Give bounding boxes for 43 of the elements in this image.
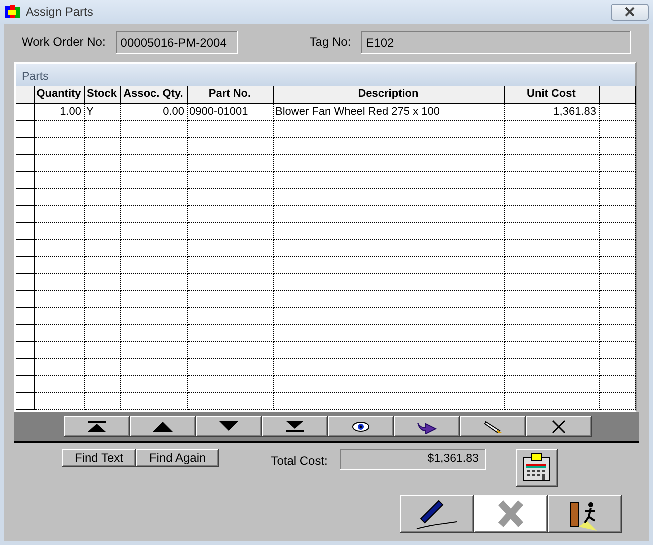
table-cell: 0900-01001 — [187, 103, 273, 121]
eye-icon — [350, 420, 372, 434]
up-arrow-button[interactable] — [130, 416, 196, 437]
column-header[interactable]: Unit Cost — [504, 86, 599, 104]
exit-button[interactable] — [548, 495, 622, 533]
find-button[interactable]: Find Again — [136, 449, 220, 467]
up-arrow-icon — [152, 420, 174, 434]
column-header[interactable]: Assoc. Qty. — [120, 86, 187, 104]
down-arrow-icon — [218, 420, 240, 434]
field-label: Work Order No: — [22, 34, 106, 51]
app-icon — [4, 4, 22, 20]
calculator-icon — [522, 453, 552, 483]
column-header[interactable]: Quantity — [34, 86, 84, 104]
pencil-icon — [482, 420, 504, 434]
total-label: Total Cost: — [271, 453, 328, 470]
close-icon — [624, 7, 636, 17]
down-arrow-button[interactable] — [196, 416, 262, 437]
find-button[interactable]: Find Text — [62, 449, 136, 467]
table-cell: Blower Fan Wheel Red 275 x 100 — [273, 103, 504, 121]
first-record-button[interactable] — [64, 416, 130, 437]
eye-button[interactable] — [328, 416, 394, 437]
table-cell: Y — [84, 103, 120, 121]
window-title: Assign Parts — [26, 4, 94, 21]
last-record-button[interactable] — [262, 416, 328, 437]
column-header[interactable]: Stock — [84, 86, 120, 104]
column-header[interactable]: Description — [273, 86, 504, 104]
pencil-button[interactable] — [460, 416, 526, 437]
table-cell: 1,361.83 — [504, 103, 599, 121]
first-record-icon — [86, 420, 108, 434]
panel-title: Parts — [16, 64, 635, 86]
close-button[interactable] — [611, 4, 649, 20]
total-field: $1,361.83 — [340, 449, 486, 470]
table-cell: 1.00 — [34, 103, 84, 121]
column-header[interactable]: Part No. — [187, 86, 273, 104]
table-cell: 0.00 — [120, 103, 187, 121]
delete-button[interactable] — [526, 416, 592, 437]
calendar-button[interactable] — [516, 449, 558, 487]
input-field[interactable]: E102 — [361, 30, 631, 54]
input-field[interactable]: 00005016-PM-2004 — [116, 30, 238, 54]
sign-button[interactable] — [400, 495, 474, 533]
right-arrow-button[interactable] — [394, 416, 460, 437]
field-label: Tag No: — [310, 34, 352, 51]
last-record-icon — [284, 420, 306, 434]
